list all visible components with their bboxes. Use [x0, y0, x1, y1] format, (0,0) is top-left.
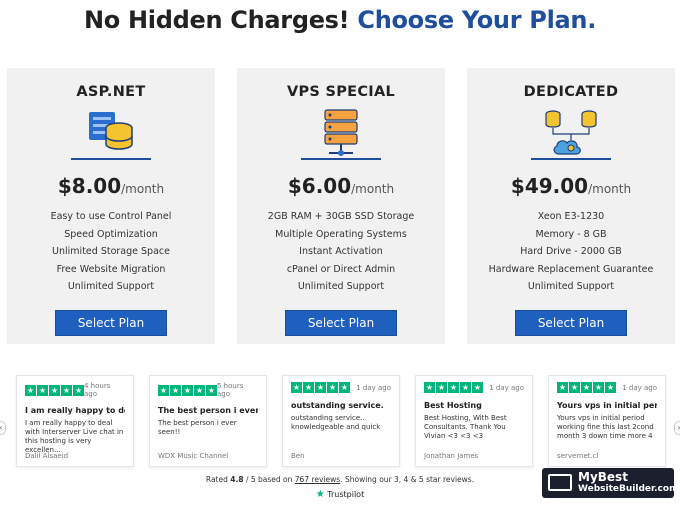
reviews-carousel: ‹ ★★★★★ 4 hours ago I am really happy to…	[0, 369, 680, 473]
review-card[interactable]: ★ ★ ★ ★ ★ 1 day ago Best Hosting Best Hostin…	[415, 375, 533, 467]
review-author: Dalil Alsaeid	[25, 452, 69, 460]
review-text: outstanding service.. knowledgeable and …	[291, 414, 381, 431]
review-title: Best Hosting	[424, 401, 482, 410]
review-text: Best Hosting, With Best Consultants. Tha…	[424, 414, 507, 440]
five-star-rating-icon: ★ ★ ★ ★ ★	[424, 382, 483, 393]
reviews-link[interactable]: 767 reviews	[295, 475, 340, 484]
plan-features: Easy to use Control Panel Speed Optimiza…	[7, 208, 215, 296]
select-plan-button[interactable]: Select Plan	[285, 309, 397, 336]
review-title: I am really happy to de...	[25, 406, 125, 415]
review-time: 1 day ago	[622, 383, 657, 392]
plan-price: $6.00/month	[287, 174, 395, 198]
review-title: outstanding service.	[291, 401, 384, 410]
plan-feature: Instant Activation	[299, 246, 383, 257]
trustpilot-label: Trustpilot	[327, 490, 365, 499]
five-star-rating-icon: ★ ★ ★ ★ ★	[158, 384, 217, 396]
review-time: 4 hours ago	[84, 382, 111, 398]
aspnet-server-icon	[71, 112, 151, 160]
plan-feature: Hardware Replacement Guarantee	[488, 263, 654, 275]
plan-name: ASP.NET	[76, 84, 146, 100]
review-card[interactable]: ★ ★ ★ ★ ★ 1 day ago Yours vps in initial per…	[548, 375, 666, 467]
review-title: Yours vps in initial peri...	[557, 401, 657, 410]
plan-card-dedicated: DEDICATED $49.00/month Xeon E3-1230 Memo…	[467, 68, 675, 344]
plan-feature: Unlimited Support	[67, 281, 155, 292]
trustpilot-star-icon: ★	[315, 489, 325, 500]
page-title: No Hidden Charges! Choose Your Plan.	[0, 6, 680, 34]
prev-arrow-icon[interactable]: ‹	[0, 421, 6, 435]
plan-feature: Easy to use Control Panel	[50, 211, 172, 222]
plan-name: DEDICATED	[523, 84, 619, 100]
five-star-rating-icon: ★ ★ ★ ★ ★	[291, 382, 350, 393]
plan-feature: Unlimited Support	[527, 281, 615, 292]
plan-feature: 2GB RAM + 30GB SSD Storage	[267, 211, 415, 222]
five-star-rating-icon: ★ ★ ★ ★ ★	[557, 382, 616, 393]
five-star-rating-icon: ★ ★ ★ ★ ★	[25, 384, 84, 396]
review-author: WDX Music Channel	[158, 452, 229, 460]
review-card[interactable]: ★ ★ ★ ★ ★ 1 day ago outstanding service. out…	[282, 375, 400, 467]
plan-feature: Unlimited Support	[297, 281, 385, 292]
review-card[interactable]: ★ ★ ★ ★ ★ 5 hours ago The best person i ever…	[149, 375, 267, 467]
monitor-icon	[548, 474, 572, 491]
review-author: servernet.cl	[557, 452, 599, 460]
brand-logo: MyBest WebsiteBuilder.com	[542, 468, 678, 498]
plan-feature: cPanel or Direct Admin	[286, 263, 396, 275]
plan-features: 2GB RAM + 30GB SSD Storage Multiple Oper…	[237, 208, 445, 296]
plan-feature: Hard Drive - 2000 GB	[520, 246, 622, 257]
plan-feature: Memory - 8 GB	[535, 228, 607, 240]
plan-name: VPS SPECIAL	[286, 84, 396, 100]
plan-price: $8.00/month	[57, 174, 165, 198]
review-time: 1 day ago	[356, 383, 391, 392]
plan-price: $49.00/month	[510, 174, 632, 198]
headline-part1: No Hidden Charges!	[83, 6, 350, 34]
select-plan-button[interactable]: Select Plan	[55, 309, 167, 336]
review-time: 5 hours ago	[217, 382, 244, 398]
plan-card-vps-special: VPS SPECIAL $6.00/month 2GB RAM + 30GB S…	[237, 68, 445, 344]
next-arrow-icon[interactable]: ›	[674, 421, 680, 435]
plan-feature: Speed Optimization	[64, 228, 158, 240]
review-text: I am really happy to deal with Interserv…	[25, 419, 124, 454]
review-card[interactable]: ★ ★ ★ ★ ★ 4 hours ago I am really happy to d…	[16, 375, 134, 467]
plan-feature: Unlimited Storage Space	[52, 246, 170, 257]
plan-card-aspnet: ASP.NET $8.00/month Easy to use Control …	[7, 68, 215, 344]
review-author: Jonathan James	[424, 452, 479, 460]
plan-feature: Xeon E3-1230	[537, 211, 605, 222]
headline-part2: Choose Your Plan.	[357, 6, 597, 34]
plan-feature: Multiple Operating Systems	[275, 228, 407, 240]
review-time: 1 day ago	[489, 383, 524, 392]
review-text: The best person i ever seen!!	[158, 419, 237, 436]
plan-feature: Free Website Migration	[56, 263, 166, 275]
plan-features: Xeon E3-1230 Memory - 8 GB Hard Drive - …	[467, 208, 675, 296]
dedicated-cloud-icon	[531, 110, 611, 160]
select-plan-button[interactable]: Select Plan	[515, 309, 627, 336]
vps-server-icon	[301, 109, 381, 160]
review-author: Ben	[291, 452, 305, 460]
review-title: The best person i ever ...	[158, 406, 258, 415]
review-text: Yours vps in initial period working fine…	[557, 414, 654, 440]
